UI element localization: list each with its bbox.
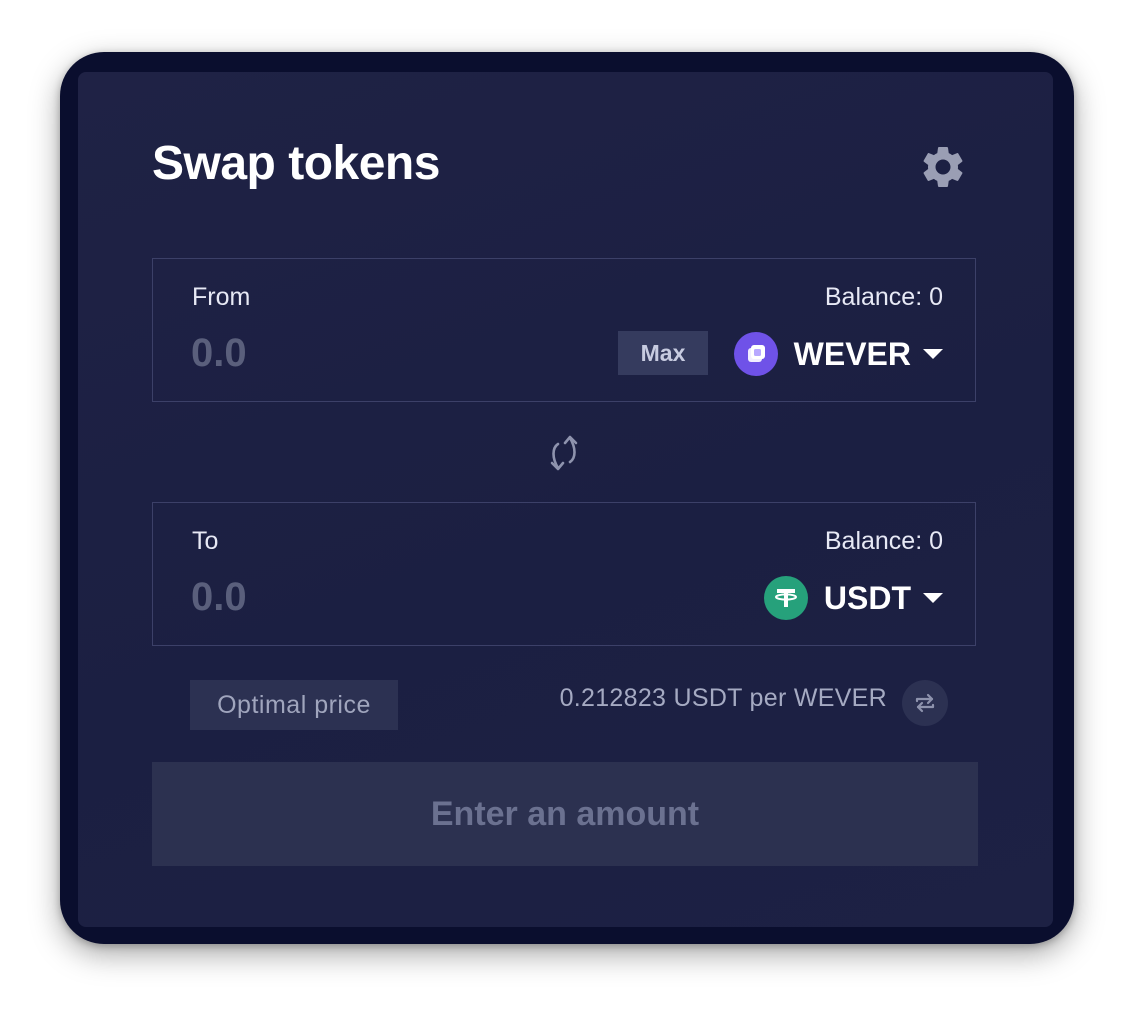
tether-token-icon — [763, 576, 808, 620]
submit-button[interactable]: Enter an amount — [152, 762, 978, 866]
chevron-down-icon — [923, 349, 943, 359]
gear-icon[interactable] — [918, 142, 968, 192]
to-balance: Balance: 0 — [824, 527, 943, 555]
wever-token-icon — [733, 332, 778, 376]
from-token-symbol: WEVER — [793, 335, 911, 372]
to-label: To — [192, 527, 219, 555]
from-amount-input[interactable] — [191, 331, 491, 376]
repeat-icon[interactable] — [902, 680, 948, 726]
to-token-symbol: USDT — [823, 579, 911, 616]
swap-arrows-icon[interactable] — [542, 430, 586, 476]
optimal-price-badge: Optimal price — [190, 680, 398, 730]
swap-card: Swap tokens From Balance: 0 Max WEVE — [78, 72, 1053, 927]
from-label: From — [192, 283, 251, 311]
to-token-panel: To Balance: 0 USDT — [152, 502, 976, 646]
from-token-panel: From Balance: 0 Max WEVER — [152, 258, 976, 402]
page-title: Swap tokens — [152, 137, 440, 190]
to-amount-input[interactable] — [191, 575, 491, 620]
exchange-rate: 0.212823 USDT per WEVER — [559, 684, 887, 712]
to-token-selector[interactable]: USDT — [763, 575, 943, 621]
from-token-selector[interactable]: WEVER — [733, 331, 943, 377]
max-button[interactable]: Max — [618, 331, 708, 375]
app-frame: Swap tokens From Balance: 0 Max WEVE — [60, 52, 1074, 944]
chevron-down-icon — [923, 593, 943, 603]
from-balance: Balance: 0 — [824, 283, 943, 311]
